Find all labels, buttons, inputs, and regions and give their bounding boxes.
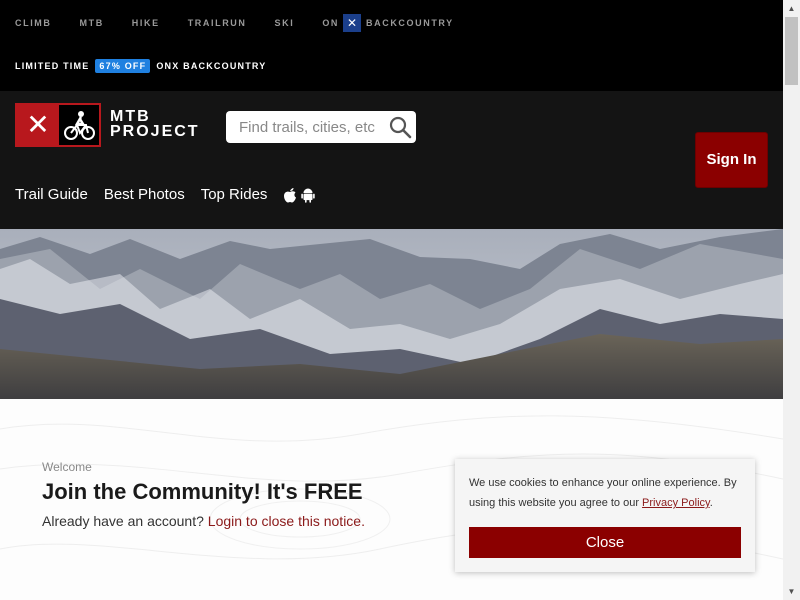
site-nav-onx-backcountry[interactable]: ON ✕ BACKCOUNTRY: [322, 14, 453, 32]
mountain-biker-icon: [59, 105, 99, 145]
logo-wordmark-line2: PROJECT: [110, 123, 200, 140]
page-scrollbar[interactable]: ▲ ▼: [783, 0, 800, 600]
scrollbar-thumb[interactable]: [785, 17, 798, 85]
scroll-down-arrow-icon[interactable]: ▼: [783, 583, 800, 600]
logo-wordmark[interactable]: MTB PROJECT: [110, 108, 200, 140]
onx-prefix: ON: [322, 18, 340, 28]
apple-icon[interactable]: [283, 187, 297, 203]
cookie-notice: We use cookies to enhance your online ex…: [455, 459, 755, 572]
promo-discount-badge: 67% OFF: [95, 59, 151, 73]
nav-best-photos[interactable]: Best Photos: [104, 186, 185, 203]
top-bar: CLIMB MTB HIKE TRAILRUN SKI ON ✕ BACKCOU…: [0, 0, 783, 91]
android-icon[interactable]: [301, 187, 316, 203]
main-nav: Trail Guide Best Photos Top Rides: [15, 186, 319, 203]
site-nav: CLIMB MTB HIKE TRAILRUN SKI ON ✕ BACKCOU…: [15, 13, 482, 33]
logo-x-icon: ✕: [17, 105, 59, 145]
site-nav-climb[interactable]: CLIMB: [15, 18, 52, 28]
join-community-heading: Join the Community! It's FREE: [42, 479, 363, 504]
site-nav-ski[interactable]: SKI: [275, 18, 295, 28]
welcome-eyebrow: Welcome: [42, 460, 92, 474]
promo-banner[interactable]: LIMITED TIME 67% OFF ONX BACKCOUNTRY: [15, 59, 267, 73]
search-icon[interactable]: [388, 115, 412, 139]
onx-suffix: BACKCOUNTRY: [366, 18, 454, 28]
site-header: ✕ MTB PROJECT Sign In Trail Guide Best P…: [0, 91, 783, 229]
nav-top-rides[interactable]: Top Rides: [201, 186, 268, 203]
cookie-text-after: .: [709, 497, 713, 509]
sign-in-button[interactable]: Sign In: [695, 132, 768, 188]
search-input[interactable]: [226, 111, 386, 143]
privacy-policy-link[interactable]: Privacy Policy: [642, 497, 710, 509]
site-nav-mtb[interactable]: MTB: [80, 18, 104, 28]
promo-limited-time: LIMITED TIME: [15, 61, 90, 71]
site-nav-trailrun[interactable]: TRAILRUN: [188, 18, 247, 28]
cookie-text: We use cookies to enhance your online ex…: [469, 473, 744, 513]
promo-product: ONX BACKCOUNTRY: [156, 61, 267, 71]
logo-wordmark-line1: MTB: [110, 108, 151, 125]
already-text: Already have an account?: [42, 513, 208, 529]
hero-mountain-image: [0, 229, 783, 399]
onx-logo-icon: ✕: [343, 14, 362, 32]
scroll-up-arrow-icon[interactable]: ▲: [783, 0, 800, 17]
cookie-close-button[interactable]: Close: [469, 527, 741, 558]
site-nav-hike[interactable]: HIKE: [132, 18, 160, 28]
search-box: [226, 111, 416, 143]
mtb-project-logo[interactable]: ✕: [15, 103, 101, 147]
already-have-account: Already have an account? Login to close …: [42, 513, 365, 529]
nav-trail-guide[interactable]: Trail Guide: [15, 186, 88, 203]
login-link[interactable]: Login to close this notice.: [208, 513, 365, 529]
